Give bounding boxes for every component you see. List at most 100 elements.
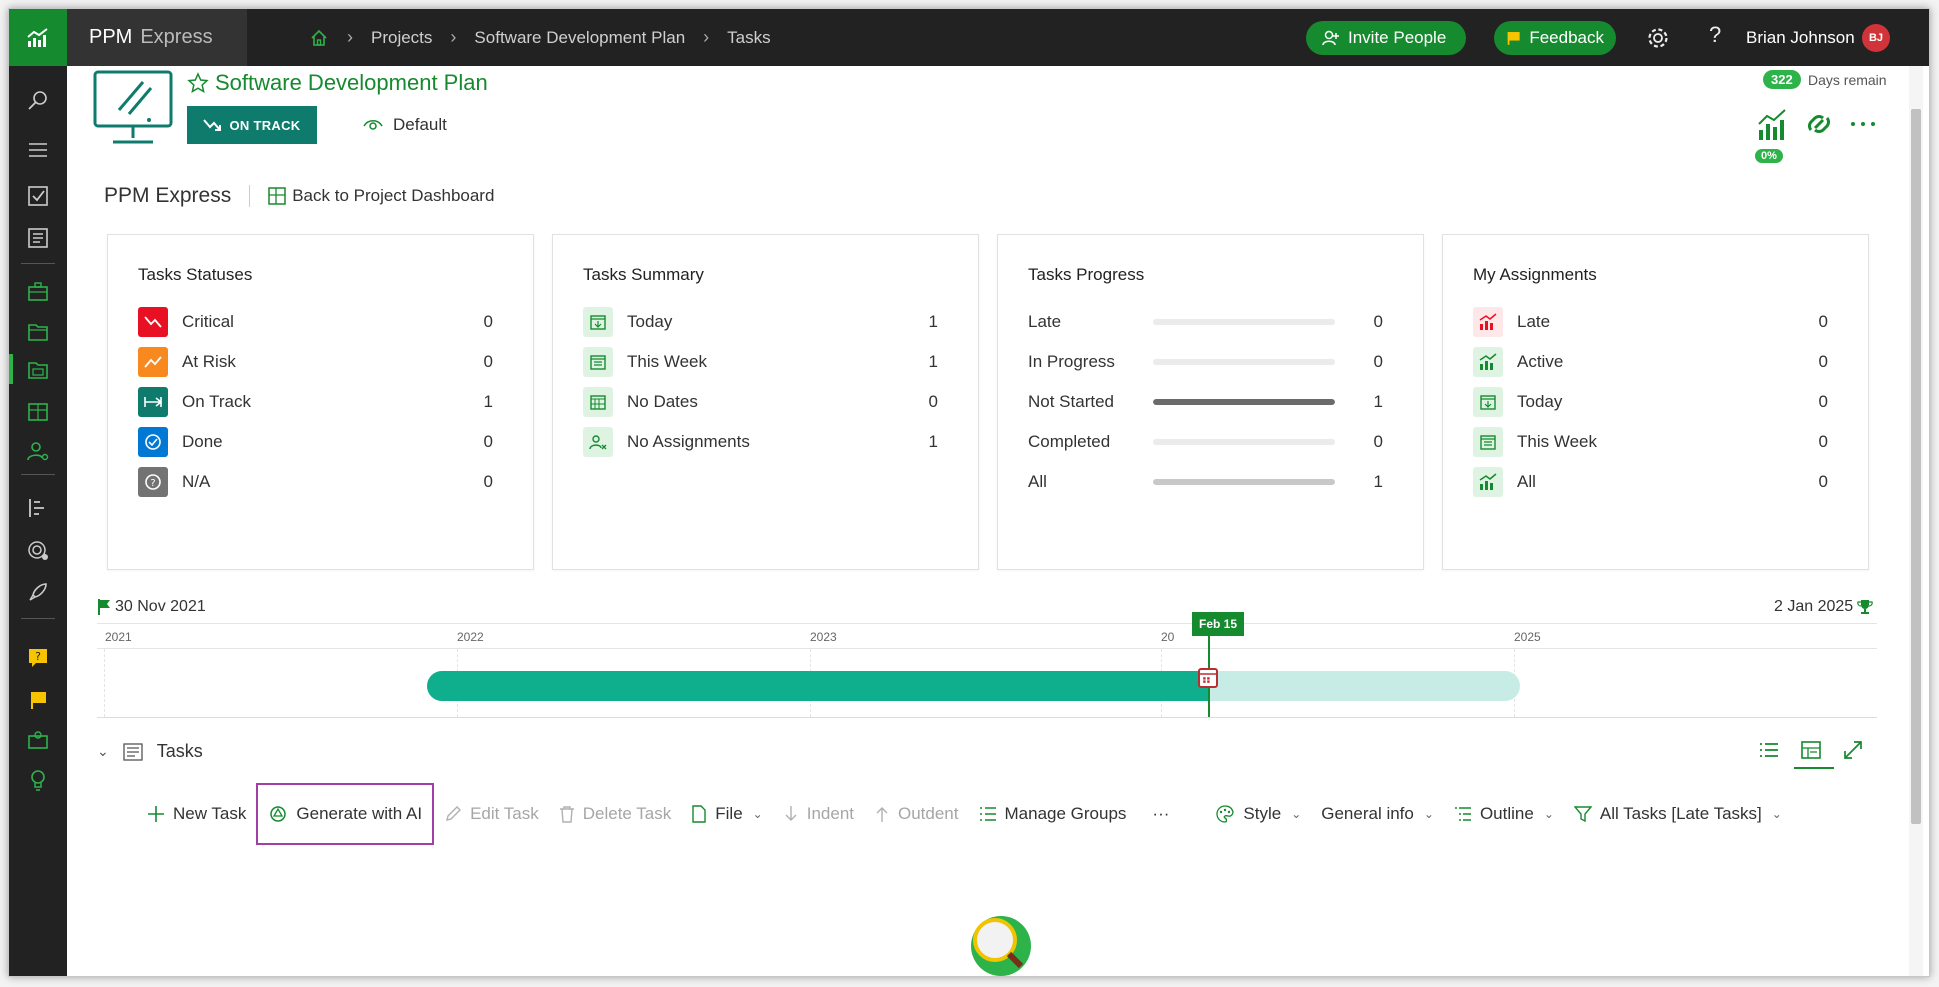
progress-row-not-started[interactable]: Not Started 1 bbox=[1028, 385, 1383, 419]
user-name[interactable]: Brian Johnson bbox=[1746, 9, 1855, 66]
progress-fill bbox=[1153, 479, 1336, 485]
feedback-button[interactable]: Feedback bbox=[1494, 21, 1616, 55]
view-selector[interactable]: Default bbox=[363, 106, 447, 144]
manage-groups-button[interactable]: Manage Groups bbox=[969, 794, 1137, 834]
home-icon[interactable] bbox=[309, 28, 329, 48]
help-icon[interactable]: ? bbox=[1709, 22, 1721, 48]
rail-divider bbox=[21, 618, 55, 619]
new-task-button[interactable]: New Task bbox=[137, 794, 256, 834]
chevron-down-icon[interactable]: ⌄ bbox=[97, 743, 109, 760]
radar-icon[interactable] bbox=[26, 538, 50, 562]
outdent-arrow-icon bbox=[876, 807, 888, 822]
timeline-start-date: 30 Nov 2021 bbox=[115, 598, 206, 615]
assignment-row-active[interactable]: Active 0 bbox=[1473, 345, 1828, 379]
status-row-critical[interactable]: Critical 0 bbox=[138, 305, 493, 339]
header-actions bbox=[1758, 109, 1875, 140]
tasks-progress-card: Tasks Progress Late 0 In Progress 0 Not … bbox=[997, 234, 1424, 570]
year-label: 2022 bbox=[457, 630, 484, 644]
tasks-section-header[interactable]: ⌄ Tasks bbox=[97, 741, 203, 762]
breadcrumb-project[interactable]: Software Development Plan bbox=[474, 28, 685, 48]
lightbulb-icon[interactable] bbox=[26, 768, 50, 792]
document-icon[interactable] bbox=[26, 226, 50, 250]
progress-row-all[interactable]: All 1 bbox=[1028, 465, 1383, 499]
summary-row-this-week[interactable]: This Week 1 bbox=[583, 345, 938, 379]
feedback-flag-icon[interactable] bbox=[26, 688, 50, 712]
progress-row-late[interactable]: Late 0 bbox=[1028, 305, 1383, 339]
assignment-row-today[interactable]: Today 0 bbox=[1473, 385, 1828, 419]
assignment-row-all[interactable]: All 0 bbox=[1473, 465, 1828, 499]
assignment-row-late[interactable]: Late 0 bbox=[1473, 305, 1828, 339]
file-menu-button[interactable]: File ⌄ bbox=[681, 794, 772, 834]
back-to-dashboard-link[interactable]: Back to Project Dashboard bbox=[268, 186, 494, 206]
progress-bar bbox=[1153, 399, 1336, 405]
row-label: N/A bbox=[182, 472, 211, 491]
status-row-done[interactable]: Done 0 bbox=[138, 425, 493, 459]
app-logo[interactable] bbox=[9, 9, 67, 66]
status-row-on-track[interactable]: On Track 1 bbox=[138, 385, 493, 419]
style-menu-button[interactable]: Style ⌄ bbox=[1205, 794, 1311, 834]
progress-row-completed[interactable]: Completed 0 bbox=[1028, 425, 1383, 459]
more-options-icon[interactable] bbox=[1851, 122, 1875, 126]
grid-view-icon[interactable] bbox=[1799, 738, 1823, 762]
status-row-na[interactable]: ? N/A 0 bbox=[138, 465, 493, 499]
breadcrumb-tasks[interactable]: Tasks bbox=[727, 28, 770, 48]
scrollbar-thumb[interactable] bbox=[1911, 109, 1921, 824]
expand-icon[interactable] bbox=[1841, 738, 1865, 762]
generate-with-ai-button[interactable]: Generate with AI bbox=[256, 783, 435, 845]
portfolio-icon[interactable] bbox=[26, 728, 50, 752]
avatar[interactable]: BJ bbox=[1862, 24, 1890, 52]
grid-table-icon[interactable] bbox=[26, 400, 50, 424]
brand-primary: PPM bbox=[89, 26, 133, 48]
status-badge[interactable]: ON TRACK bbox=[187, 106, 317, 144]
help-chat-icon[interactable]: ? bbox=[26, 646, 50, 670]
outdent-button[interactable]: Outdent bbox=[864, 794, 969, 834]
roadmap-icon[interactable] bbox=[26, 496, 50, 520]
view-label: Default bbox=[393, 115, 447, 134]
star-icon[interactable] bbox=[187, 72, 209, 94]
status-row-at-risk[interactable]: At Risk 0 bbox=[138, 345, 493, 379]
summary-row-no-assignments[interactable]: No Assignments 1 bbox=[583, 425, 938, 459]
row-value: 0 bbox=[1373, 352, 1383, 371]
progress-row-in-progress[interactable]: In Progress 0 bbox=[1028, 345, 1383, 379]
link-icon[interactable] bbox=[1808, 115, 1830, 133]
project-elapsed-bar[interactable] bbox=[427, 671, 1209, 701]
project-folder-icon[interactable] bbox=[26, 358, 50, 382]
delete-task-button[interactable]: Delete Task bbox=[549, 794, 682, 834]
year-label: 20 bbox=[1161, 630, 1175, 644]
gear-icon[interactable] bbox=[1645, 25, 1671, 51]
filter-menu-button[interactable]: All Tasks [Late Tasks] ⌄ bbox=[1564, 794, 1792, 834]
summary-row-today[interactable]: Today 1 bbox=[583, 305, 938, 339]
checkbox-icon[interactable] bbox=[26, 184, 50, 208]
invite-people-button[interactable]: Invite People bbox=[1306, 21, 1466, 55]
summary-row-no-dates[interactable]: No Dates 0 bbox=[583, 385, 938, 419]
calendar-milestone-icon[interactable] bbox=[1198, 668, 1218, 688]
list-view-icon[interactable] bbox=[1757, 738, 1781, 762]
app-window: PPM Express › Projects › Software Develo… bbox=[8, 8, 1930, 977]
user-settings-icon[interactable] bbox=[26, 440, 50, 464]
progress-bar bbox=[1153, 359, 1336, 365]
arrows-horizontal-icon bbox=[138, 387, 168, 417]
indent-arrow-icon bbox=[785, 806, 797, 821]
outline-menu-button[interactable]: Outline ⌄ bbox=[1444, 794, 1564, 834]
trash-icon bbox=[559, 806, 574, 823]
filter-icon bbox=[1573, 806, 1592, 823]
tasks-summary-card: Tasks Summary Today 1 This Week 1 No Dat… bbox=[552, 234, 979, 570]
indent-button[interactable]: Indent bbox=[773, 794, 864, 834]
row-label: Today bbox=[627, 312, 673, 331]
briefcase-icon[interactable] bbox=[26, 280, 50, 304]
calendar-today-icon bbox=[1473, 387, 1503, 417]
row-label: Not Started bbox=[1028, 392, 1114, 411]
menu-icon[interactable] bbox=[26, 138, 50, 162]
breadcrumb-projects[interactable]: Projects bbox=[371, 28, 432, 48]
folder-icon[interactable] bbox=[26, 320, 50, 344]
assignment-row-this-week[interactable]: This Week 0 bbox=[1473, 425, 1828, 459]
more-actions-label: ··· bbox=[1152, 804, 1170, 823]
palette-icon bbox=[1216, 805, 1235, 823]
more-actions-button[interactable]: ··· bbox=[1142, 794, 1179, 834]
general-info-menu-button[interactable]: General info ⌄ bbox=[1311, 794, 1444, 834]
rocket-icon[interactable] bbox=[26, 580, 50, 604]
edit-task-button[interactable]: Edit Task bbox=[434, 794, 549, 834]
brand-name[interactable]: PPM Express bbox=[67, 9, 247, 66]
progress-chart-icon[interactable] bbox=[1758, 109, 1786, 140]
search-icon[interactable] bbox=[26, 88, 50, 112]
